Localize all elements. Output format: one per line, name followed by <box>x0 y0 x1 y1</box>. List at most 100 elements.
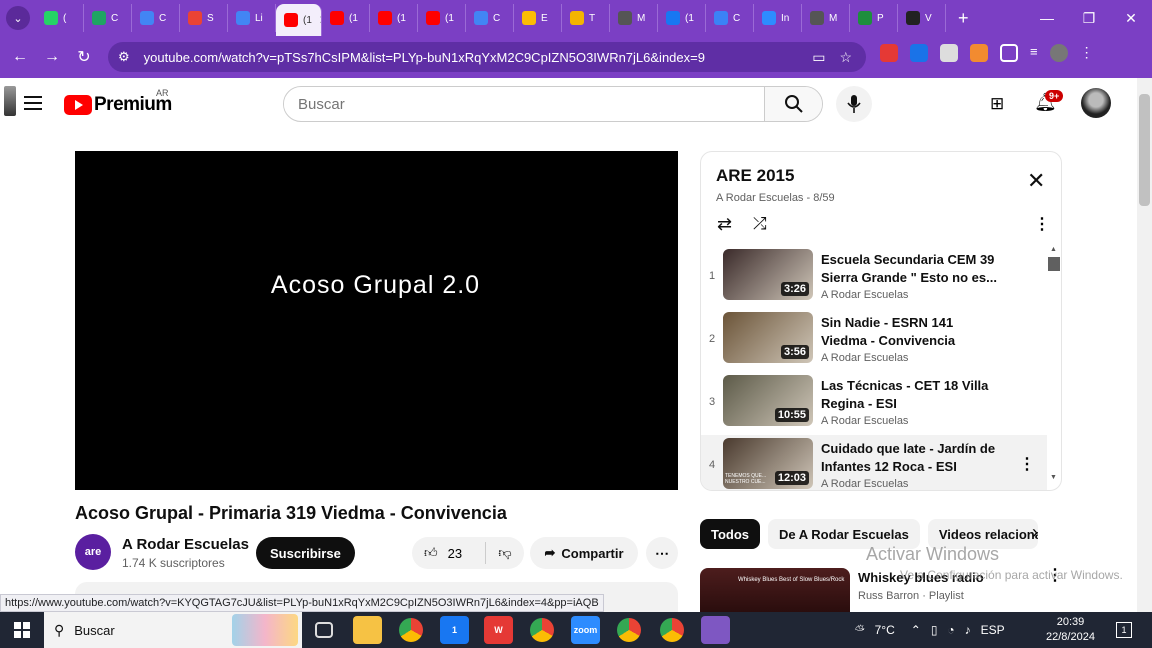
playlist-item-thumbnail[interactable]: 10:55 <box>723 375 813 426</box>
share-button[interactable]: ➦ Compartir <box>530 537 638 569</box>
page-scrollbar[interactable] <box>1137 78 1152 612</box>
browser-tab[interactable]: V <box>898 4 946 32</box>
messenger-icon[interactable]: 1 <box>440 616 469 644</box>
browser-tab[interactable]: In <box>754 4 802 32</box>
site-info-icon[interactable]: ⚙ <box>118 49 130 65</box>
account-avatar[interactable] <box>1081 88 1111 118</box>
search-button[interactable] <box>764 87 822 121</box>
browser-tab[interactable]: S <box>180 4 228 32</box>
browser-tab[interactable]: (1 <box>418 4 466 32</box>
playlist-item-title[interactable]: Escuela Secundaria CEM 39 Sierra Grande … <box>821 251 1001 287</box>
playlist-scroll-thumb[interactable] <box>1048 257 1060 271</box>
back-button[interactable]: ← <box>4 48 36 66</box>
profile-avatar[interactable] <box>1049 44 1068 62</box>
chips-next-icon[interactable]: › <box>1032 522 1038 543</box>
start-button[interactable] <box>0 622 44 638</box>
playlist-item[interactable]: 1 3:26 Escuela Secundaria CEM 39 Sierra Gr… <box>701 246 1047 309</box>
browser-tab[interactable]: M <box>610 4 658 32</box>
extension-icon[interactable] <box>940 44 958 62</box>
browser-tab[interactable]: C <box>466 4 514 32</box>
filter-chip[interactable]: Todos <box>700 519 761 549</box>
battery-icon[interactable]: ▯ <box>931 623 938 637</box>
playlist-menu-icon[interactable]: ⋮ <box>1034 214 1050 234</box>
close-window-button[interactable]: ✕ <box>1110 0 1152 36</box>
extensions-puzzle-icon[interactable] <box>1000 44 1018 62</box>
forward-button[interactable]: → <box>36 48 68 66</box>
zoom-icon[interactable]: zoom <box>571 616 600 644</box>
dislike-button[interactable]: 👎︎ <box>486 545 524 561</box>
browser-tab[interactable]: C <box>706 4 754 32</box>
browser-tab[interactable]: C <box>132 4 180 32</box>
playlist-item[interactable]: 2 3:56 Sin Nadie - ESRN 141 Viedma - Convi… <box>701 309 1047 372</box>
loop-playlist-icon[interactable]: ⇄ <box>717 214 732 235</box>
close-playlist-icon[interactable]: ✕ <box>1027 170 1045 192</box>
browser-tab[interactable]: C <box>84 4 132 32</box>
playlist-item[interactable]: 3 10:55 Las Técnicas - CET 18 Villa Regina… <box>701 372 1047 435</box>
hamburger-menu-icon[interactable] <box>24 96 42 110</box>
browser-tab[interactable]: (1 <box>322 4 370 32</box>
chrome-3-icon[interactable] <box>617 618 641 642</box>
browser-tab[interactable]: E <box>514 4 562 32</box>
browser-tab[interactable]: ( <box>36 4 84 32</box>
chrome-2-icon[interactable] <box>530 618 554 642</box>
metamask-icon[interactable] <box>970 44 988 62</box>
address-bar[interactable]: ⚙ youtube.com/watch?v=pTSs7hCsIPM&list=P… <box>108 42 866 72</box>
playlist-item-title[interactable]: Sin Nadie - ESRN 141 Viedma - Convivenci… <box>821 314 1001 350</box>
extension-icon[interactable] <box>910 44 928 62</box>
bookmark-star-icon[interactable]: ☆ <box>839 49 852 66</box>
network-icon[interactable]: ◔ <box>947 623 954 637</box>
extension-icon[interactable] <box>880 44 898 62</box>
page-scroll-thumb[interactable] <box>1139 94 1150 206</box>
url-text[interactable]: youtube.com/watch?v=pTSs7hCsIPM&list=PLY… <box>144 50 813 65</box>
chrome-icon[interactable] <box>399 618 423 642</box>
clock[interactable]: 20:39 22/8/2024 <box>1046 615 1095 645</box>
weather-temp[interactable]: 7°C <box>875 623 895 637</box>
search-input[interactable] <box>284 95 764 113</box>
browser-tab[interactable]: T <box>562 4 610 32</box>
browser-tab[interactable]: (1 <box>370 4 418 32</box>
recommendation-thumbnail[interactable]: Whiskey Blues Best of Slow Blues/Rock <box>700 568 850 612</box>
playlist-item[interactable]: 4 12:03 TENEMOS QUE... NUESTRO CUE... Cuida… <box>701 435 1047 490</box>
playlist-item-menu-icon[interactable]: ⋮ <box>1019 454 1035 474</box>
browser-tab[interactable]: (1 <box>658 4 706 32</box>
install-app-icon[interactable]: ▭ <box>812 49 825 66</box>
shuffle-icon[interactable]: ⤮ <box>753 214 767 234</box>
video-player[interactable]: Acoso Grupal 2.0 <box>75 151 678 490</box>
language-indicator[interactable]: ESP <box>981 623 1005 637</box>
channel-avatar[interactable]: are <box>75 534 111 570</box>
restore-button[interactable]: ❐ <box>1068 0 1110 36</box>
youtube-premium-logo[interactable]: Premium AR <box>64 88 172 116</box>
reading-list-icon[interactable]: ≡ <box>1030 44 1038 62</box>
more-actions-button[interactable]: ⋯ <box>646 537 678 569</box>
minimize-button[interactable]: — <box>1026 0 1068 36</box>
browser-tab[interactable]: Li <box>228 4 276 32</box>
new-tab-button[interactable]: + <box>958 8 969 29</box>
playlist-item-thumbnail[interactable]: 3:26 <box>723 249 813 300</box>
chrome-4-icon[interactable] <box>660 618 684 642</box>
like-button[interactable]: 👍︎ 23 <box>412 542 486 564</box>
show-hidden-icons[interactable]: ⌃ <box>911 623 921 637</box>
playlist-item-title[interactable]: Cuidado que late - Jardín de Infantes 12… <box>821 440 1001 476</box>
file-explorer-icon[interactable] <box>353 616 382 644</box>
channel-name[interactable]: A Rodar Escuelas <box>122 536 249 553</box>
playlist-item-thumbnail[interactable]: 12:03 TENEMOS QUE... NUESTRO CUE... <box>723 438 813 489</box>
playlist-item-title[interactable]: Las Técnicas - CET 18 Villa Regina - ESI <box>821 377 1001 413</box>
playlist-title[interactable]: ARE 2015 <box>716 166 794 186</box>
browser-tab[interactable]: M <box>802 4 850 32</box>
wps-icon[interactable]: W <box>484 616 513 644</box>
paint-icon[interactable] <box>701 616 730 644</box>
task-view-icon[interactable] <box>315 622 333 638</box>
playlist-scrollbar[interactable]: ▲ ▼ <box>1049 246 1059 488</box>
browser-menu-icon[interactable]: ⋮ <box>1080 44 1094 62</box>
tab-search-dropdown[interactable]: ⌄ <box>6 6 30 30</box>
playlist-item-thumbnail[interactable]: 3:56 <box>723 312 813 363</box>
volume-icon[interactable]: ♪ <box>965 623 971 637</box>
reload-button[interactable]: ↻ <box>68 47 100 67</box>
taskbar-search[interactable]: ⚲ Buscar <box>44 612 302 648</box>
subscribe-button[interactable]: Suscribirse <box>256 537 355 569</box>
browser-tab[interactable]: (1✕ <box>276 4 322 36</box>
browser-tab[interactable]: P <box>850 4 898 32</box>
notification-center-icon[interactable]: 1 <box>1116 622 1132 638</box>
voice-search-button[interactable] <box>836 86 872 122</box>
create-video-icon[interactable]: ⊞ <box>990 94 1004 114</box>
